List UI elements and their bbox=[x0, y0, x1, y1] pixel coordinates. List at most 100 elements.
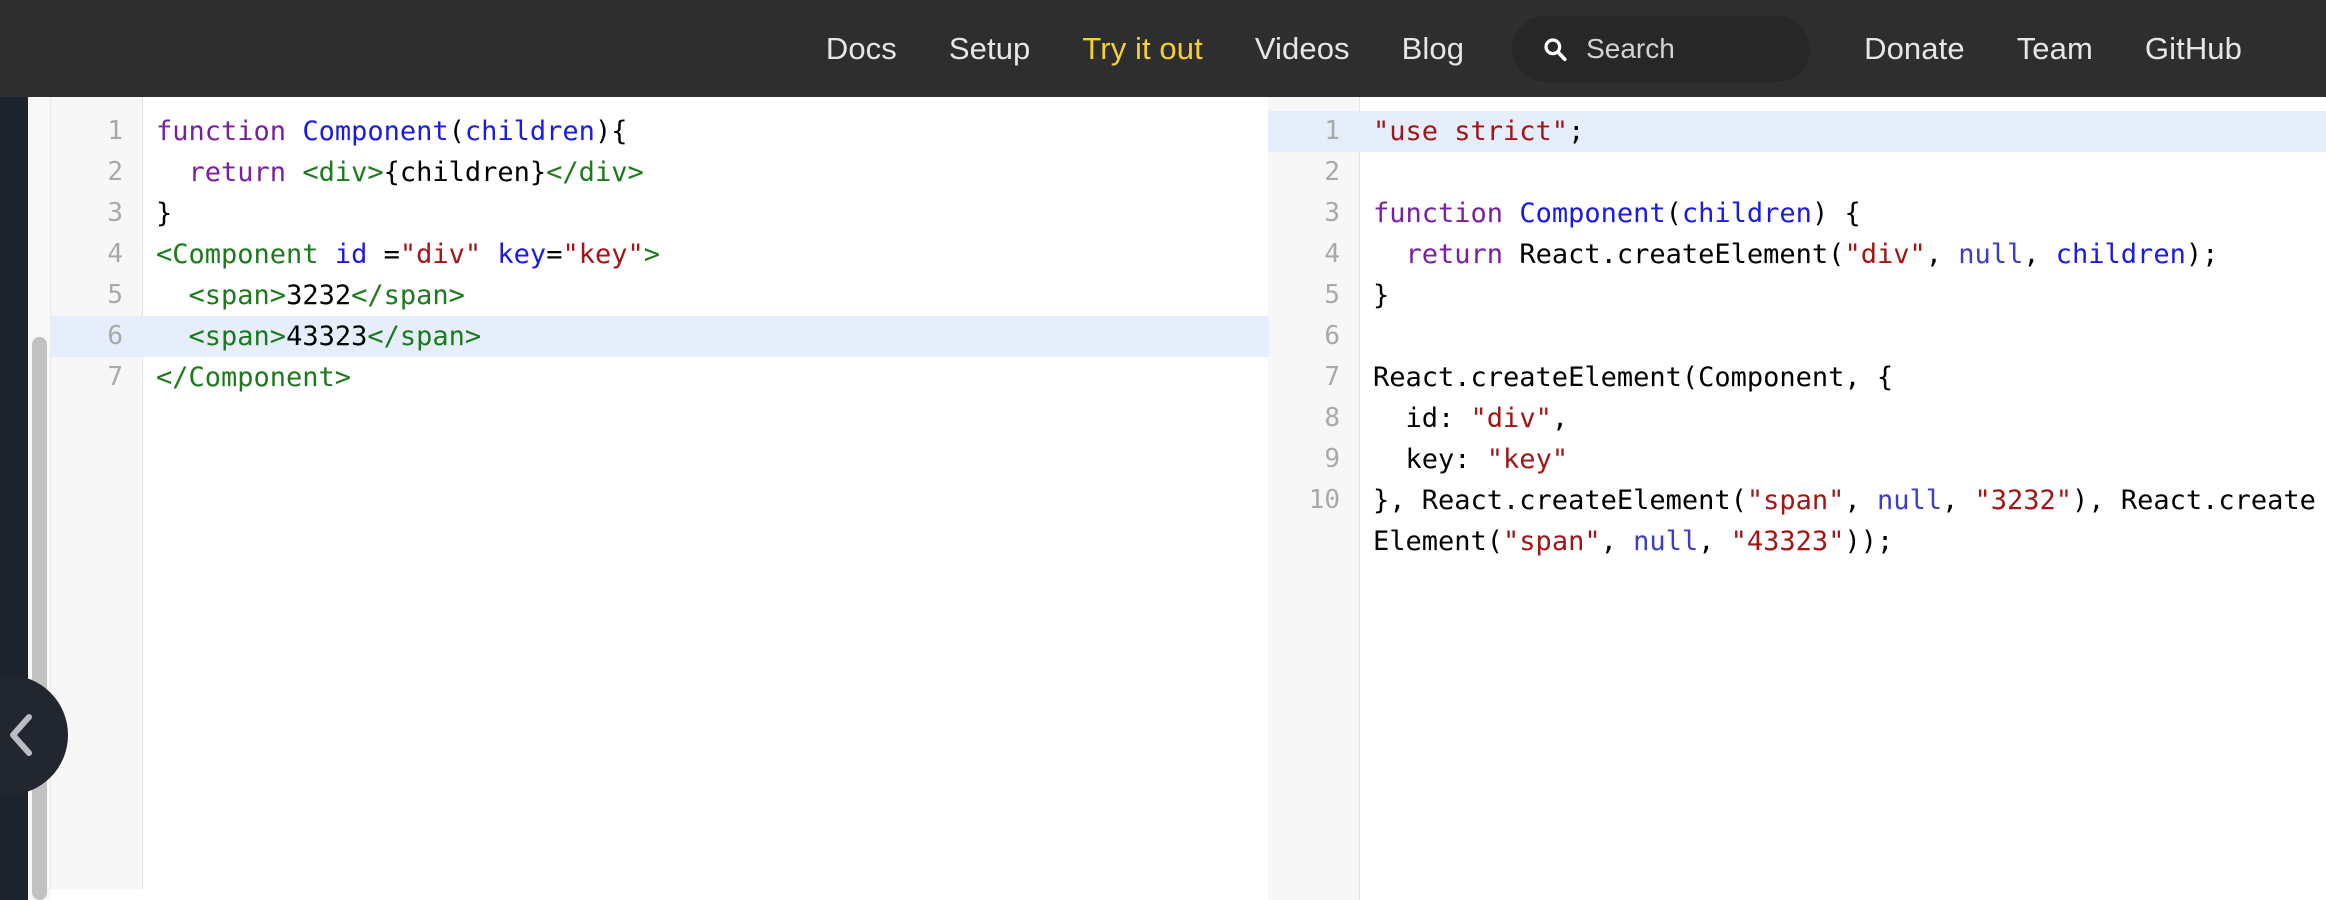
code-token: id: bbox=[1373, 403, 1471, 434]
code-token: "div" bbox=[1470, 403, 1552, 434]
code-line[interactable]: 5 <span>3232</span> bbox=[51, 275, 1269, 316]
code-token: ) { bbox=[1811, 198, 1861, 229]
code-token: 3232 bbox=[286, 280, 352, 311]
nav-link-setup[interactable]: Setup bbox=[923, 31, 1057, 66]
nav-link-github[interactable]: GitHub bbox=[2119, 31, 2268, 66]
code-token: , bbox=[2023, 239, 2056, 270]
code-line[interactable]: 7 </Component> bbox=[51, 357, 1269, 398]
compiled-output-editor[interactable]: 1 "use strict"; 2 3 function Component(child… bbox=[1268, 97, 2326, 900]
code-token: null bbox=[1958, 239, 2024, 270]
code-token: Component bbox=[1519, 198, 1666, 229]
code-line-content[interactable]: }, React.createElement("span", null, "32… bbox=[1360, 480, 2326, 562]
code-line[interactable]: 2 return <div>{children}</div> bbox=[51, 152, 1269, 193]
code-line-content[interactable]: <Component id ="div" key="key"> bbox=[143, 234, 1269, 275]
code-token: </Component> bbox=[156, 362, 352, 393]
code-line[interactable]: 6 <span>43323</span> bbox=[51, 316, 1269, 357]
code-line-content[interactable]: <span>3232</span> bbox=[143, 275, 1269, 316]
app-root: Docs Setup Try it out Videos Blog Search… bbox=[0, 0, 2326, 900]
code-line[interactable]: 3 function Component(children) { bbox=[1268, 193, 2326, 234]
code-line[interactable]: 1 function Component(children){ bbox=[51, 111, 1269, 152]
source-editor-lines[interactable]: 1 function Component(children){2 return <… bbox=[51, 97, 1269, 398]
code-token: function bbox=[156, 116, 287, 147]
code-token: ; bbox=[1568, 116, 1585, 147]
search-input[interactable]: Search bbox=[1512, 15, 1811, 82]
code-line[interactable]: 4 <Component id ="div" key="key"> bbox=[51, 234, 1269, 275]
code-token: children bbox=[464, 116, 595, 147]
code-token: = bbox=[367, 239, 400, 270]
line-number: 4 bbox=[1324, 239, 1340, 269]
code-token: "key" bbox=[1486, 444, 1569, 475]
code-token: function bbox=[1373, 198, 1504, 229]
code-token: "use strict" bbox=[1373, 116, 1569, 147]
search-placeholder-text: Search bbox=[1586, 32, 1675, 64]
code-token: </span> bbox=[367, 321, 482, 352]
code-line[interactable]: 10 }, React.createElement("span", null, "… bbox=[1268, 480, 2326, 562]
code-token: ( bbox=[1665, 198, 1682, 229]
code-token: , bbox=[1844, 485, 1877, 516]
page-scrollbar-thumb[interactable] bbox=[32, 337, 47, 900]
source-code-editor[interactable]: 1 function Component(children){2 return <… bbox=[50, 97, 1269, 900]
code-line-content[interactable]: "use strict"; bbox=[1360, 111, 2326, 152]
code-token: } bbox=[156, 198, 173, 229]
line-number: 4 bbox=[107, 239, 123, 269]
nav-link-blog[interactable]: Blog bbox=[1376, 31, 1490, 66]
line-number: 10 bbox=[1308, 485, 1340, 515]
code-line-content[interactable]: <span>43323</span> bbox=[143, 316, 1269, 357]
code-line-content[interactable]: } bbox=[1360, 275, 2326, 316]
line-number: 8 bbox=[1324, 403, 1340, 433]
line-number: 6 bbox=[1324, 321, 1340, 351]
code-line-content[interactable]: key: "key" bbox=[1360, 439, 2326, 480]
nav-links-group: Docs Setup Try it out Videos Blog Search… bbox=[800, 15, 2268, 82]
code-token: null bbox=[1876, 485, 1942, 516]
code-token: "div" bbox=[1844, 239, 1926, 270]
code-line[interactable]: 1 "use strict"; bbox=[1268, 111, 2326, 152]
code-line[interactable]: 9 key: "key" bbox=[1268, 439, 2326, 480]
code-line[interactable]: 4 return React.createElement("div", null… bbox=[1268, 234, 2326, 275]
code-line-content[interactable]: id: "div", bbox=[1360, 398, 2326, 439]
nav-link-donate[interactable]: Donate bbox=[1838, 31, 1991, 66]
code-line-content[interactable]: </Component> bbox=[143, 357, 1269, 398]
code-line-content[interactable]: function Component(children) { bbox=[1360, 193, 2326, 234]
code-token: ){ bbox=[594, 116, 628, 147]
source-editor-horizontal-scrollbar[interactable] bbox=[50, 889, 1268, 900]
code-token: {children} bbox=[383, 157, 547, 188]
code-token: id bbox=[334, 239, 368, 270]
line-number: 3 bbox=[107, 198, 123, 228]
code-line[interactable]: 2 bbox=[1268, 152, 2326, 193]
nav-link-videos[interactable]: Videos bbox=[1229, 31, 1376, 66]
code-line[interactable]: 6 bbox=[1268, 316, 2326, 357]
code-token: <span> bbox=[188, 280, 287, 311]
nav-link-team[interactable]: Team bbox=[1991, 31, 2119, 66]
code-token: ( bbox=[448, 116, 465, 147]
output-editor-lines[interactable]: 1 "use strict"; 2 3 function Component(child… bbox=[1268, 97, 2326, 562]
nav-link-try-it-out[interactable]: Try it out bbox=[1056, 31, 1228, 66]
code-token: )); bbox=[1844, 526, 1894, 557]
code-token: , bbox=[1551, 403, 1569, 434]
code-line-content[interactable]: return <div>{children}</div> bbox=[143, 152, 1269, 193]
code-token: "span" bbox=[1746, 485, 1845, 516]
line-number: 1 bbox=[107, 116, 123, 146]
line-number: 2 bbox=[107, 157, 123, 187]
search-icon bbox=[1544, 37, 1567, 61]
line-number: 7 bbox=[107, 362, 123, 392]
code-line[interactable]: 7 React.createElement(Component, { bbox=[1268, 357, 2326, 398]
code-line-content[interactable]: } bbox=[143, 193, 1269, 234]
code-line[interactable]: 3} bbox=[51, 193, 1269, 234]
code-line-content[interactable]: React.createElement(Component, { bbox=[1360, 357, 2326, 398]
code-token: key: bbox=[1373, 444, 1487, 475]
main-content-area: 1 function Component(children){2 return <… bbox=[0, 97, 2326, 900]
code-line-content[interactable]: return React.createElement("div", null, … bbox=[1360, 234, 2326, 275]
code-line[interactable]: 8 id: "div", bbox=[1268, 398, 2326, 439]
code-line-content[interactable]: function Component(children){ bbox=[143, 111, 1269, 152]
code-token: React.createElement( bbox=[1503, 239, 1845, 270]
nav-link-docs[interactable]: Docs bbox=[800, 31, 923, 66]
code-token: return bbox=[1405, 239, 1504, 270]
code-token: ); bbox=[2185, 239, 2219, 270]
code-line[interactable]: 5} bbox=[1268, 275, 2326, 316]
line-number: 1 bbox=[1324, 116, 1340, 146]
code-token: </span> bbox=[351, 280, 465, 311]
